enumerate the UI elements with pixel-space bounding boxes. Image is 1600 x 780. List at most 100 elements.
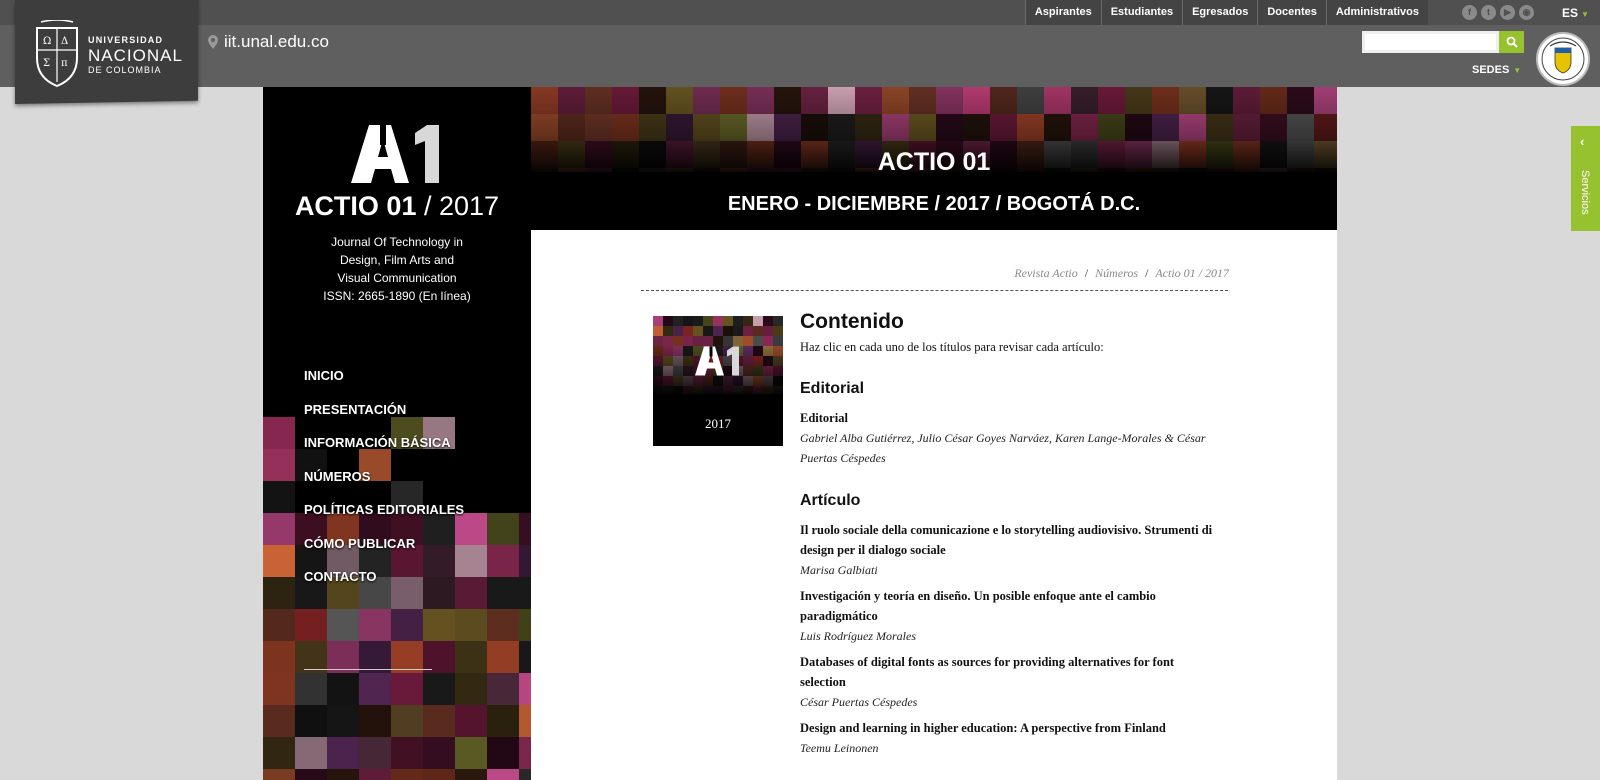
youtube-icon[interactable]: ▶ — [1500, 5, 1515, 20]
mosaic-tile — [391, 705, 423, 737]
mosaic-tile — [519, 545, 531, 577]
mosaic-tile — [263, 577, 295, 609]
sedes-menu[interactable]: SEDES ▼ — [1472, 64, 1521, 76]
mosaic-tile — [263, 641, 295, 673]
mosaic-tile — [359, 737, 391, 769]
map-pin-icon — [208, 35, 218, 49]
section-heading-editorial: Editorial — [800, 380, 865, 397]
nav-como-publicar[interactable]: CÓMO PUBLICAR — [304, 534, 464, 568]
nav-divider — [304, 669, 432, 670]
mosaic-tile — [519, 609, 531, 641]
article-title-link[interactable]: Design and learning in higher education:… — [800, 718, 1220, 738]
article-title-link[interactable]: Il ruolo sociale della comunicazione e l… — [800, 520, 1220, 560]
mosaic-tile — [487, 577, 519, 609]
site-url-link[interactable]: iit.unal.edu.co — [208, 32, 329, 52]
breadcrumb-item[interactable]: Números — [1095, 266, 1138, 280]
mosaic-tile — [455, 769, 487, 780]
mosaic-tile — [487, 513, 519, 545]
twitter-icon[interactable]: t — [1481, 5, 1496, 20]
colombia-coat-of-arms-icon[interactable] — [1536, 32, 1590, 86]
mosaic-tile — [263, 737, 295, 769]
mosaic-tile — [487, 609, 519, 641]
article-title-link[interactable]: Editorial — [800, 408, 1220, 428]
a1-logo-icon[interactable] — [351, 125, 443, 183]
mosaic-tile — [263, 705, 295, 737]
banner-title: ACTIO 01 — [877, 148, 991, 176]
logo-line-3: DE COLOMBIA — [88, 65, 162, 75]
tab-egresados[interactable]: Egresados — [1182, 0, 1258, 25]
mosaic-tile — [327, 609, 359, 641]
mosaic-tile — [263, 513, 295, 545]
mosaic-tile — [295, 673, 327, 705]
mosaic-tile — [359, 705, 391, 737]
article-authors: Teemu Leinonen — [800, 741, 879, 755]
rss-icon[interactable]: ◉ — [1519, 5, 1534, 20]
mosaic-tile — [455, 705, 487, 737]
nav-numeros[interactable]: NÚMEROS — [304, 467, 464, 501]
logo-text: UNIVERSIDAD NACIONAL DE COLOMBIA — [88, 36, 183, 75]
tab-estudiantes[interactable]: Estudiantes — [1100, 0, 1183, 25]
svg-text:Δ: Δ — [61, 36, 68, 47]
breadcrumb: Revista Actio / Números / Actio 01 / 2017 — [1014, 266, 1229, 281]
mosaic-tile — [519, 769, 531, 780]
breadcrumb-separator: / — [1144, 266, 1149, 280]
list-item: Databases of digital fonts as sources fo… — [800, 652, 1220, 712]
university-logo[interactable]: Ω Δ Σ π UNIVERSIDAD NACIONAL DE COLOMBIA — [15, 0, 198, 104]
mosaic-tile — [519, 673, 531, 705]
nav-informacion-basica[interactable]: INFORMACIÓN BÁSICA — [304, 433, 464, 467]
article-title-link[interactable]: Databases of digital fonts as sources fo… — [800, 652, 1220, 692]
mosaic-tile — [263, 417, 295, 449]
mosaic-tile — [295, 737, 327, 769]
tab-docentes[interactable]: Docentes — [1257, 0, 1326, 25]
mosaic-tile — [359, 673, 391, 705]
facebook-icon[interactable]: f — [1462, 5, 1477, 20]
logo-line-2: NACIONAL — [88, 46, 183, 65]
mosaic-tile — [327, 737, 359, 769]
mosaic-tile — [263, 449, 295, 481]
article-title-link[interactable]: Investigación y teoría en diseño. Un pos… — [800, 586, 1220, 626]
breadcrumb-divider — [641, 290, 1228, 291]
list-item: Design and learning in higher education:… — [800, 718, 1220, 758]
issue-cover[interactable]: 2017 — [653, 316, 783, 446]
nav-inicio[interactable]: INICIO — [304, 366, 464, 400]
mosaic-tile — [519, 705, 531, 737]
search-input[interactable] — [1362, 31, 1499, 53]
nav-presentacion[interactable]: PRESENTACIÓN — [304, 400, 464, 434]
breadcrumb-item[interactable]: Revista Actio — [1014, 266, 1077, 280]
mosaic-tile — [391, 673, 423, 705]
mosaic-tile — [263, 769, 295, 780]
search-button[interactable] — [1499, 31, 1524, 53]
mosaic-tile — [519, 449, 531, 481]
mosaic-tile — [423, 705, 455, 737]
mosaic-tile — [263, 609, 295, 641]
mosaic-tile — [487, 417, 519, 449]
nav-politicas-editoriales[interactable]: POLÍTICAS EDITORIALES — [304, 500, 464, 534]
list-item: Investigación y teoría en diseño. Un pos… — [800, 586, 1220, 646]
mosaic-tile — [423, 737, 455, 769]
mosaic-tile — [359, 609, 391, 641]
servicios-side-tab[interactable]: ‹ Servicios — [1571, 126, 1600, 231]
mosaic-tile — [327, 673, 359, 705]
mosaic-tile — [263, 481, 295, 513]
mosaic-tile — [295, 769, 327, 780]
mosaic-tile — [519, 481, 531, 513]
audience-tabs: Aspirantes Estudiantes Egresados Docente… — [1024, 0, 1428, 25]
mosaic-tile — [487, 673, 519, 705]
chevron-down-icon: ▼ — [1581, 10, 1589, 19]
search-form — [1362, 31, 1524, 53]
mosaic-tile — [519, 513, 531, 545]
mosaic-tile — [391, 737, 423, 769]
journal-subtitle: Journal Of Technology in Design, Film Ar… — [263, 233, 531, 305]
search-icon — [1506, 36, 1518, 48]
journal-subtitle-line: Design, Film Arts and — [339, 253, 455, 267]
banner-subtitle: ENERO - DICIEMBRE / 2017 / BOGOTÁ D.C. — [727, 193, 1141, 215]
nav-contacto[interactable]: CONTACTO — [304, 567, 464, 601]
mosaic-tile — [487, 641, 519, 673]
svg-text:Ω: Ω — [43, 36, 51, 47]
language-selector[interactable]: ES ▼ — [1562, 6, 1589, 20]
tab-administrativos[interactable]: Administrativos — [1325, 0, 1428, 25]
tab-aspirantes[interactable]: Aspirantes — [1024, 0, 1101, 25]
breadcrumb-separator: / — [1084, 266, 1089, 280]
mosaic-tile — [487, 737, 519, 769]
